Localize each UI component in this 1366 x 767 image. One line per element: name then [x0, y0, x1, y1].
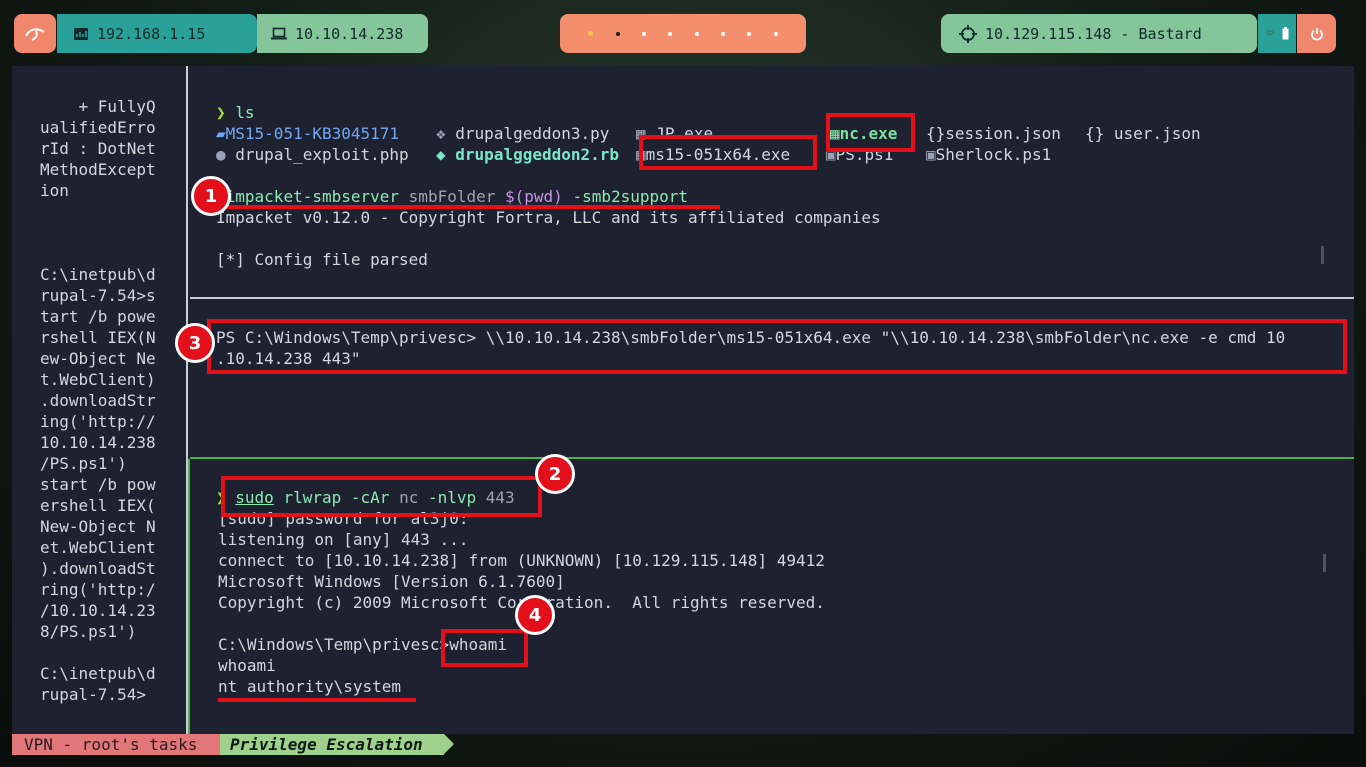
workspace-5[interactable] [694, 31, 699, 36]
workspace-4[interactable] [668, 31, 673, 36]
impacket-banner: Impacket v0.12.0 - Copyright Fortra, LLC… [216, 208, 881, 227]
json-icon: {} [1085, 124, 1105, 143]
workspace-switcher[interactable] [560, 14, 806, 53]
system-tray[interactable] [1258, 14, 1296, 53]
underline-smbserver [211, 205, 720, 209]
step-badge-1: 1 [191, 176, 231, 216]
step-badge-3: 3 [175, 323, 215, 363]
connect-line: connect to [10.10.14.238] from (UNKNOWN)… [218, 551, 825, 570]
workspace-1[interactable] [588, 31, 594, 36]
left-pane-output: + FullyQ ualifiedErro rId : DotNet Metho… [40, 97, 156, 704]
windows-version-line: Microsoft Windows [Version 6.1.7600] [218, 572, 565, 591]
laptop-icon [271, 27, 287, 40]
highlight-listener [221, 476, 542, 517]
python-icon: ❖ [436, 124, 446, 143]
file-drupalgeddon3: ❖ drupalgeddon3.py [436, 124, 610, 143]
window-tab-active[interactable]: Privilege Escalation [220, 734, 444, 755]
terminal-pane-smbserver[interactable]: ❯ ls ▰MS15-051-KB3045171 ❖ drupalgeddon3… [190, 66, 1354, 299]
smbserver-command: impacket-smbserver [225, 187, 400, 206]
php-icon: ● [216, 145, 226, 164]
local-ip-widget[interactable]: 192.168.1.15 [57, 14, 257, 53]
wifi-icon [1265, 29, 1275, 36]
prompt-arrow: ❯ [216, 103, 226, 122]
smbserver-command-line: impacket-smbserver smbFolder $(pwd) -smb… [216, 186, 688, 207]
json-icon: {} [926, 124, 946, 143]
file-session-json: {}session.json [926, 124, 1061, 143]
local-ip-label: 192.168.1.15 [97, 24, 206, 43]
ls-command: ls [235, 103, 255, 122]
scrollbar-thumb[interactable] [1323, 554, 1326, 572]
workspace-7[interactable] [747, 31, 752, 36]
underline-system [218, 698, 416, 702]
listening-line: listening on [any] 443 ... [218, 530, 469, 549]
workspace-2[interactable] [615, 31, 620, 36]
vpn-ip-widget[interactable]: 10.10.14.238 [257, 14, 428, 53]
power-button[interactable] [1297, 14, 1336, 53]
file-drupalggeddon2: ◆ drupalggeddon2.rb [436, 145, 620, 164]
powershell-icon: ▣ [926, 145, 936, 164]
step-badge-4: 4 [515, 595, 555, 635]
ruby-icon: ◆ [436, 145, 446, 164]
power-icon [1310, 27, 1323, 40]
highlight-nc-exe [826, 113, 915, 152]
whoami-result-line: nt authority\system [218, 677, 402, 696]
workspace-6[interactable] [720, 31, 725, 36]
scrollbar-thumb[interactable] [1321, 246, 1324, 264]
config-parsed-line: [*] Config file parsed [216, 250, 428, 269]
file-user-json: {} user.json [1085, 124, 1201, 143]
file-sherlock: ▣Sherlock.ps1 [926, 145, 1052, 164]
folder-icon: ▰ [216, 124, 226, 143]
terminal-pane-left[interactable]: + FullyQ ualifiedErro rId : DotNet Metho… [12, 66, 188, 734]
highlight-ms15-exploit [639, 135, 817, 170]
step-badge-2: 2 [535, 454, 575, 494]
ls-command-line: ❯ ls [216, 102, 255, 123]
workspace-8[interactable] [773, 31, 778, 36]
battery-icon [1282, 27, 1289, 40]
target-label: 10.129.115.148 - Bastard [985, 24, 1202, 43]
file-ms15-051-kb: ▰MS15-051-KB3045171 [216, 124, 400, 143]
target-widget[interactable]: 10.129.115.148 - Bastard [941, 14, 1257, 53]
highlight-whoami [441, 629, 528, 667]
network-icon [74, 27, 88, 40]
crosshair-icon [959, 24, 977, 43]
whoami-echo-line: whoami [218, 656, 276, 675]
workspace-3[interactable] [641, 31, 646, 36]
kali-menu-button[interactable] [14, 14, 56, 53]
tmux-status-bar: VPN - root's tasks Privilege Escalation [12, 734, 454, 755]
session-label[interactable]: VPN - root's tasks [12, 734, 220, 755]
vpn-ip-label: 10.10.14.238 [295, 24, 404, 43]
highlight-exploit-command [207, 319, 1347, 374]
kali-dragon-icon [25, 27, 45, 41]
powerline-separator [444, 734, 454, 754]
file-drupal-exploit: ● drupal_exploit.php [216, 145, 409, 164]
